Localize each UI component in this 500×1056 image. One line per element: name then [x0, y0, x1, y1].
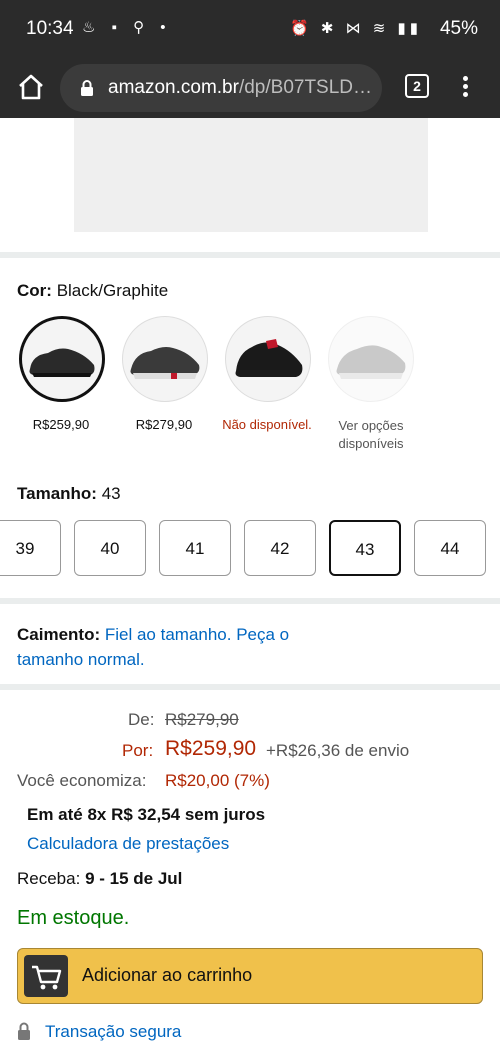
color-swatch-black-graphite[interactable] — [19, 316, 105, 402]
more-options-icon[interactable] — [458, 73, 472, 103]
status-bar: 10:34 ♨ ▪ ⚲ • ⏰ ✱ ⋈ ≋ ▮▮ 45% — [0, 0, 500, 58]
installment-calculator-link[interactable]: Calculadora de prestações — [27, 834, 229, 854]
fit-label: Caimento: — [17, 625, 101, 644]
shipping-cost: +R$26,36 de envio — [266, 741, 410, 760]
url-host: amazon.com.br — [108, 77, 239, 98]
savings-value: R$20,00 (7%) — [165, 771, 270, 790]
clock: 10:34 — [26, 18, 74, 39]
savings-label: Você economiza: — [17, 771, 147, 790]
swatch-see-options[interactable]: Ver opções disponíveis — [316, 417, 426, 453]
size-option-42[interactable]: 42 — [244, 520, 316, 576]
secure-transaction-label: Transação segura — [45, 1022, 182, 1041]
stock-status: Em estoque. — [17, 907, 130, 929]
url-path: /dp/B07TSLD… — [238, 77, 373, 98]
size-option-44[interactable]: 44 — [414, 520, 486, 576]
installments-info: Em até 8x R$ 32,54 sem juros — [27, 805, 266, 824]
system-icons: ⏰ ✱ ⋈ ≋ ▮▮ — [290, 20, 422, 37]
product-image[interactable] — [74, 118, 428, 232]
tab-switcher-button[interactable]: 2 — [405, 74, 429, 98]
battery-level: 45% — [439, 18, 478, 39]
address-bar[interactable]: amazon.com.br/dp/B07TSLD… — [60, 64, 382, 112]
color-swatch-2[interactable] — [122, 316, 208, 402]
list-price: R$279,90 — [165, 710, 239, 729]
divider — [0, 598, 500, 604]
swatch-price: R$279,90 — [135, 417, 193, 432]
lock-icon — [18, 1022, 30, 1040]
cart-icon — [24, 955, 68, 997]
sale-price-label: Por: — [122, 741, 154, 760]
sneaker-image — [130, 347, 200, 379]
size-label: Tamanho: — [17, 484, 97, 503]
sale-price: R$259,90 — [165, 737, 257, 760]
add-to-cart-label: Adicionar ao carrinho — [82, 965, 253, 985]
size-option-40[interactable]: 40 — [74, 520, 146, 576]
sneaker-image — [336, 345, 406, 379]
divider — [0, 684, 500, 690]
browser-toolbar: amazon.com.br/dp/B07TSLD… 2 — [0, 58, 500, 118]
color-swatch-3[interactable] — [225, 316, 311, 402]
color-label: Cor: — [17, 281, 52, 300]
size-option-43[interactable]: 43 — [329, 520, 401, 576]
size-option-41[interactable]: 41 — [159, 520, 231, 576]
divider — [0, 252, 500, 258]
delivery-info: Receba: 9 - 15 de Jul — [17, 869, 182, 889]
color-value: Black/Graphite — [56, 281, 169, 300]
size-option-39[interactable]: 39 — [0, 520, 61, 576]
sneaker-image — [29, 348, 95, 377]
url-text: amazon.com.br/dp/B07TSLD… — [108, 77, 374, 99]
fit-info: Caimento: Fiel ao tamanho. Peça o tamanh… — [17, 622, 327, 672]
color-swatch-4[interactable] — [328, 316, 414, 402]
delivery-label: Receba: — [17, 869, 81, 888]
size-selection-label: Tamanho: 43 — [17, 484, 121, 504]
swatch-unavailable: Não disponível. — [222, 417, 312, 432]
size-value: 43 — [101, 484, 121, 503]
lock-icon — [81, 80, 93, 96]
list-price-label: De: — [128, 710, 155, 729]
home-icon[interactable] — [16, 72, 46, 102]
add-to-cart-button[interactable]: Adicionar ao carrinho — [17, 948, 483, 1004]
secure-transaction-link[interactable]: Transação segura — [17, 1022, 181, 1042]
sneaker-image — [235, 339, 303, 377]
delivery-date: 9 - 15 de Jul — [85, 869, 183, 888]
swatch-price: R$259,90 — [32, 417, 90, 432]
notification-icons: ♨ ▪ ⚲ • — [82, 19, 172, 36]
color-selection-label: Cor: Black/Graphite — [17, 281, 168, 301]
